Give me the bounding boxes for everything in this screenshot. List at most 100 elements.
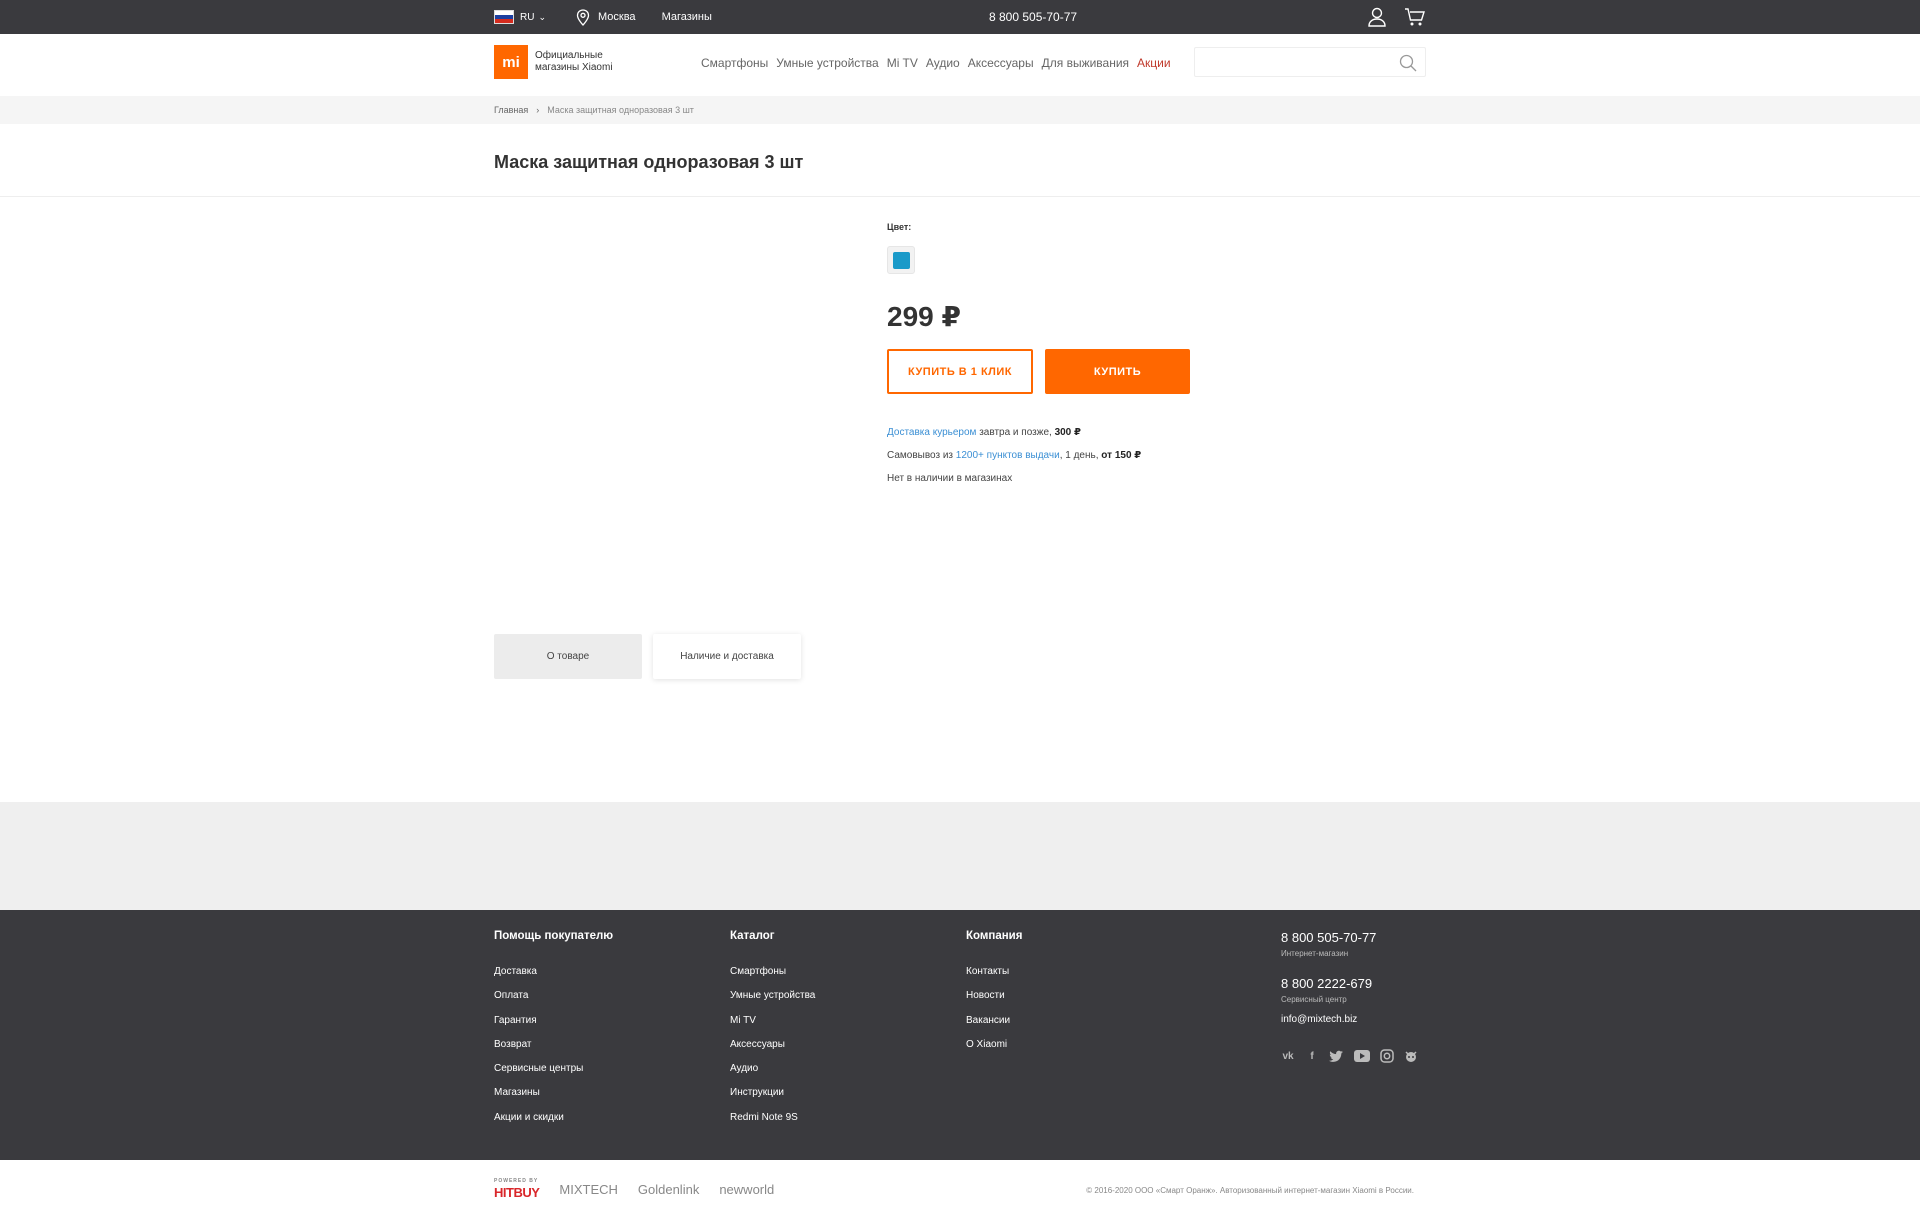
- language-label: RU: [520, 11, 535, 23]
- footer-link[interactable]: Инструкции: [730, 1081, 815, 1105]
- pickup-price: от 150 ₽: [1101, 450, 1142, 461]
- goldenlink-logo[interactable]: Goldenlink: [638, 1182, 699, 1197]
- footer: Помощь покупателю Доставка Оплата Гарант…: [0, 910, 1920, 1160]
- logo-text-line-2: магазины Xiaomi: [535, 62, 613, 73]
- footer-company-column: Компания Контакты Новости Вакансии О Xia…: [966, 930, 1022, 1057]
- bottom-bar: POWERED BY HITBUY MIXTECH Goldenlink new…: [0, 1160, 1920, 1212]
- footer-company-title: Компания: [966, 930, 1023, 942]
- breadcrumb-home[interactable]: Главная: [494, 105, 528, 115]
- footer-link[interactable]: Аксессуары: [730, 1033, 815, 1057]
- footer-link[interactable]: Акции и скидки: [494, 1106, 613, 1130]
- footer-link[interactable]: О Xiaomi: [966, 1033, 1022, 1057]
- newworld-logo[interactable]: newworld: [719, 1182, 774, 1197]
- footer-help-column: Помощь покупателю Доставка Оплата Гарант…: [494, 930, 613, 1130]
- footer-link[interactable]: Mi TV: [730, 1009, 815, 1033]
- city-selector[interactable]: Москва: [576, 8, 636, 26]
- breadcrumb-bar: Главная › Маска защитная одноразовая 3 ш…: [0, 96, 1920, 124]
- footer-phone-shop-label: Интернет-магазин: [1281, 949, 1349, 958]
- product-price: 299 ₽: [887, 301, 961, 332]
- footer-link[interactable]: Умные устройства: [730, 984, 815, 1008]
- top-bar: RU ⌄ Москва Магазины 8 800 505-70-77: [0, 0, 1920, 34]
- stock-status: Нет в наличии в магазинах: [887, 473, 1013, 484]
- mixtech-logo[interactable]: MIXTECH: [559, 1182, 618, 1197]
- pickup-tail: , 1 день,: [1059, 450, 1102, 461]
- twitter-icon[interactable]: [1329, 1050, 1344, 1063]
- search-input[interactable]: [1195, 48, 1385, 76]
- footer-catalog-title: Каталог: [730, 930, 775, 942]
- main-nav: Смартфоны Умные устройства Mi TV Аудио А…: [701, 56, 1171, 70]
- color-swatch-fill: [892, 251, 910, 269]
- main-header: mi Официальные магазины Xiaomi Смартфоны…: [0, 34, 1920, 96]
- footer-phone-shop[interactable]: 8 800 505-70-77: [1281, 930, 1418, 945]
- footer-link[interactable]: Оплата: [494, 984, 613, 1008]
- cart-icon[interactable]: [1404, 7, 1426, 27]
- social-links: vk f: [1281, 1049, 1418, 1063]
- top-phone[interactable]: 8 800 505-70-77: [989, 10, 1077, 24]
- chevron-right-icon: ›: [536, 105, 540, 115]
- powered-by-label: POWERED BY: [494, 1178, 539, 1184]
- courier-delivery-info: Доставка курьером завтра и позже, 300 ₽: [887, 427, 1081, 438]
- pickup-text: Самовывоз из: [887, 450, 956, 461]
- footer-link[interactable]: Смартфоны: [730, 960, 815, 984]
- buy-one-click-button[interactable]: КУПИТЬ В 1 КЛИК: [887, 349, 1033, 394]
- footer-link[interactable]: Магазины: [494, 1081, 613, 1105]
- footer-link[interactable]: Доставка: [494, 960, 613, 984]
- hitbuy-logo[interactable]: POWERED BY HITBUY: [494, 1178, 540, 1200]
- nav-audio[interactable]: Аудио: [926, 56, 960, 70]
- breadcrumb: Главная › Маска защитная одноразовая 3 ш…: [494, 105, 694, 115]
- footer-phone-service[interactable]: 8 800 2222-679: [1281, 976, 1418, 991]
- stores-link[interactable]: Магазины: [662, 11, 712, 23]
- search-icon[interactable]: [1399, 54, 1417, 72]
- facebook-icon[interactable]: f: [1305, 1049, 1319, 1063]
- youtube-icon[interactable]: [1354, 1050, 1370, 1062]
- footer-link[interactable]: Вакансии: [966, 1009, 1022, 1033]
- footer-help-title: Помощь покупателю: [494, 930, 614, 942]
- footer-banner-area: [0, 802, 1920, 910]
- russia-flag-icon: [494, 10, 514, 24]
- courier-delivery-link[interactable]: Доставка курьером: [887, 427, 976, 438]
- breadcrumb-current: Маска защитная одноразовая 3 шт: [547, 105, 694, 115]
- logo-text: Официальные магазины Xiaomi: [535, 50, 613, 74]
- user-icon[interactable]: [1368, 7, 1386, 27]
- footer-catalog-column: Каталог Смартфоны Умные устройства Mi TV…: [730, 930, 815, 1130]
- courier-delivery-price: 300 ₽: [1054, 427, 1081, 438]
- instagram-icon[interactable]: [1380, 1049, 1394, 1063]
- logo-text-line-1: Официальные: [535, 50, 603, 61]
- copyright: © 2016-2020 ООО «Смарт Оранж». Авторизов…: [1086, 1186, 1414, 1195]
- page-title: Маска защитная одноразовая 3 шт: [494, 152, 804, 172]
- title-divider: [0, 196, 1920, 197]
- language-selector[interactable]: RU ⌄: [494, 10, 546, 24]
- pickup-info: Самовывоз из 1200+ пунктов выдачи, 1 ден…: [887, 450, 1141, 461]
- footer-link[interactable]: Сервисные центры: [494, 1057, 613, 1081]
- tab-about-product[interactable]: О товаре: [494, 634, 642, 679]
- tab-availability-delivery[interactable]: Наличие и доставка: [653, 634, 801, 679]
- footer-link[interactable]: Гарантия: [494, 1009, 613, 1033]
- nav-mi-tv[interactable]: Mi TV: [887, 56, 918, 70]
- buy-button[interactable]: КУПИТЬ: [1045, 349, 1190, 394]
- nav-promotions[interactable]: Акции: [1137, 56, 1171, 70]
- nav-accessories[interactable]: Аксессуары: [968, 56, 1034, 70]
- color-swatch[interactable]: [887, 246, 915, 274]
- chevron-down-icon: ⌄: [538, 11, 546, 22]
- logo[interactable]: mi Официальные магазины Xiaomi: [494, 45, 613, 79]
- nav-survival[interactable]: Для выживания: [1042, 56, 1129, 70]
- vk-icon[interactable]: vk: [1281, 1049, 1295, 1063]
- nav-smart-devices[interactable]: Умные устройства: [776, 56, 878, 70]
- mi-logo-icon: mi: [494, 45, 528, 79]
- footer-email[interactable]: info@mixtech.biz: [1281, 1014, 1418, 1025]
- color-label: Цвет:: [887, 222, 912, 232]
- footer-link[interactable]: Контакты: [966, 960, 1022, 984]
- partner-logos: POWERED BY HITBUY MIXTECH Goldenlink new…: [494, 1178, 774, 1200]
- nav-smartphones[interactable]: Смартфоны: [701, 56, 768, 70]
- footer-link[interactable]: Аудио: [730, 1057, 815, 1081]
- footer-link[interactable]: Redmi Note 9S: [730, 1106, 815, 1130]
- location-pin-icon: [576, 8, 590, 26]
- courier-delivery-text: завтра и позже,: [976, 427, 1055, 438]
- city-label: Москва: [598, 11, 636, 23]
- search-box: [1194, 47, 1426, 77]
- mi-community-icon[interactable]: [1404, 1049, 1418, 1063]
- pickup-points-link[interactable]: 1200+ пунктов выдачи: [956, 450, 1060, 461]
- footer-link[interactable]: Возврат: [494, 1033, 613, 1057]
- footer-link[interactable]: Новости: [966, 984, 1022, 1008]
- hitbuy-label: HITBUY: [494, 1185, 540, 1200]
